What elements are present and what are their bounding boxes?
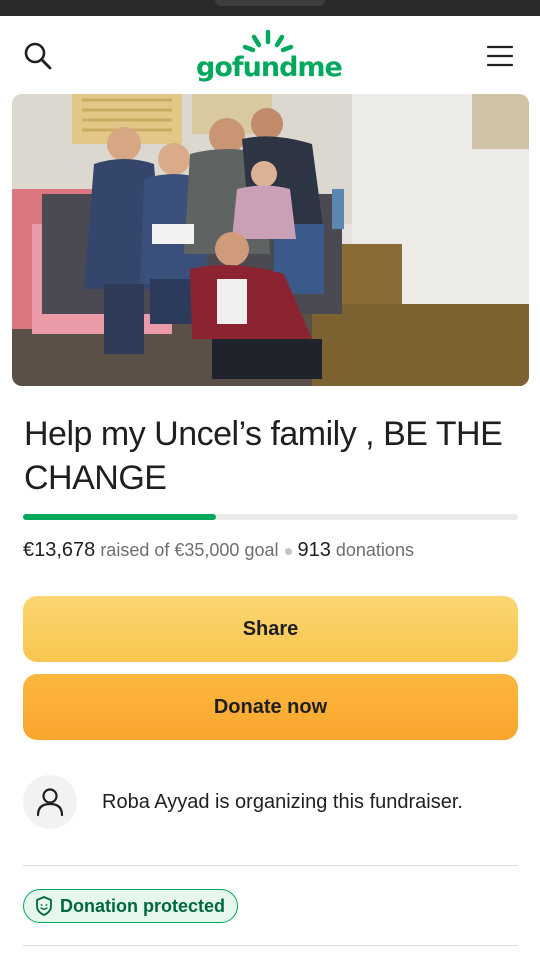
user-icon xyxy=(36,788,64,817)
search-button[interactable] xyxy=(20,38,56,74)
donations-count[interactable]: 913 xyxy=(298,539,331,561)
hamburger-menu-icon xyxy=(486,45,514,67)
badge-label: Donation protected xyxy=(60,895,225,916)
top-nav: gofundme xyxy=(0,16,540,94)
menu-button[interactable] xyxy=(482,38,518,74)
status-notch xyxy=(215,0,325,6)
family-photo xyxy=(12,94,529,386)
donate-now-button[interactable]: Donate now xyxy=(23,674,518,740)
donation-protected-badge[interactable]: Donation protected xyxy=(23,889,238,923)
logo-text: gofundme xyxy=(196,52,343,83)
organizer-avatar xyxy=(23,775,77,829)
campaign-hero-image[interactable] xyxy=(12,94,529,386)
search-icon xyxy=(24,42,52,70)
separator-dot xyxy=(284,547,292,555)
organizer-text: Roba Ayyad is organizing this fundraiser… xyxy=(102,791,463,813)
share-button[interactable]: Share xyxy=(23,596,518,662)
goal-amount: €35,000 xyxy=(174,540,240,560)
raised-amount: €13,678 xyxy=(23,539,96,561)
campaign-title: Help my Uncel’s family , BE THE CHANGE xyxy=(24,415,503,497)
donations-label[interactable]: donations xyxy=(336,540,414,560)
organizer-row[interactable]: Roba Ayyad is organizing this fundraiser… xyxy=(23,775,518,831)
gofundme-logo[interactable]: gofundme xyxy=(196,28,348,86)
progress-bar xyxy=(23,514,518,520)
raised-suffix: raised of xyxy=(100,540,170,560)
goal-suffix: goal xyxy=(244,540,279,560)
status-bar xyxy=(0,0,540,16)
section-divider xyxy=(23,945,518,946)
fundraising-stats: €13,678 raised of €35,000 goal 913 donati… xyxy=(23,539,523,562)
progress-bar-fill xyxy=(23,514,217,520)
shield-icon xyxy=(36,896,52,916)
section-divider xyxy=(23,865,518,866)
